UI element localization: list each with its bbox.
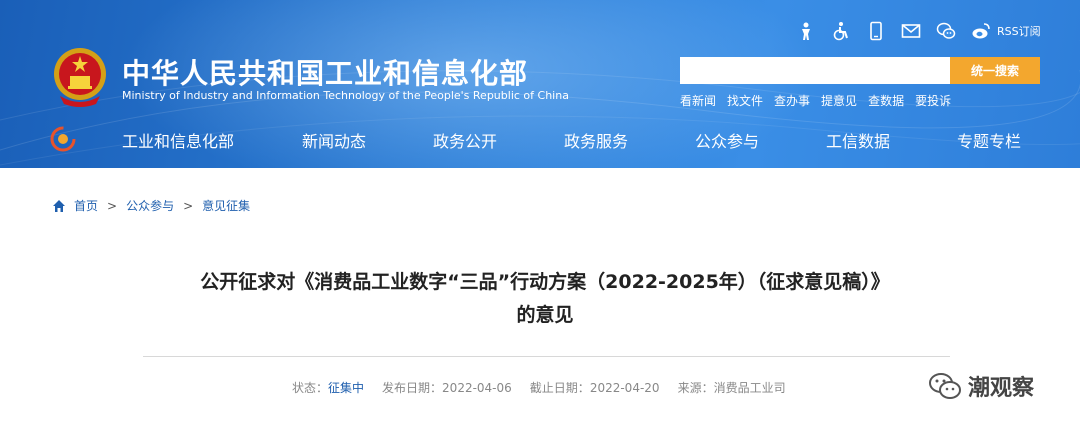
article-meta: 状态：征集中 发布日期：2022-04-06 截止日期：2022-04-20 来… (292, 379, 804, 396)
search-input[interactable] (680, 57, 950, 84)
deadline-meta: 截止日期：2022-04-20 (530, 379, 660, 396)
deadline-label: 截止日期： (529, 381, 590, 395)
publish-date-label: 发布日期： (382, 381, 443, 395)
article-title-line-2: 的意见 (516, 304, 574, 326)
nav-item-topics[interactable]: 专题专栏 (957, 128, 1021, 152)
nav-item-data[interactable]: 工信数据 (826, 128, 890, 152)
breadcrumb-separator: > (107, 198, 118, 213)
site-header: 中华人民共和国工业和信息化部 Ministry of Industry and … (0, 0, 1080, 168)
site-subtitle: Ministry of Industry and Information Tec… (122, 89, 569, 102)
article-title-line-1: 公开征求对《消费品工业数字“三品”行动方案（2022-2025年）（征求意见稿）… (200, 271, 890, 293)
nav-item-news[interactable]: 新闻动态 (302, 128, 366, 152)
quick-link-complaint[interactable]: 要投诉 (915, 92, 951, 109)
deadline-date: 2022-04-20 (589, 381, 660, 395)
mobile-icon[interactable] (865, 20, 887, 42)
weibo-icon[interactable] (970, 20, 992, 42)
wechat-icon[interactable] (935, 20, 957, 42)
accessibility-icon[interactable] (830, 20, 852, 42)
breadcrumb-home[interactable]: 首页 (74, 197, 98, 214)
nav-item-services[interactable]: 政务服务 (564, 128, 628, 152)
quick-link-feedback[interactable]: 提意见 (821, 92, 857, 109)
breadcrumb-separator: > (183, 198, 194, 213)
watermark-text: 潮观察 (968, 376, 1035, 401)
status-meta: 状态：征集中 (292, 379, 364, 396)
site-title[interactable]: 中华人民共和国工业和信息化部 (122, 52, 528, 92)
mail-icon[interactable] (900, 20, 922, 42)
main-nav: 工业和信息化部 新闻动态 政务公开 政务服务 公众参与 工信数据 专题专栏 (0, 128, 1080, 152)
quick-links: 看新闻 找文件 查办事 提意见 查数据 要投诉 (680, 92, 962, 109)
quick-link-documents[interactable]: 找文件 (727, 92, 763, 109)
article-title: 公开征求对《消费品工业数字“三品”行动方案（2022-2025年）（征求意见稿）… (120, 266, 970, 332)
source-label: 来源： (677, 381, 714, 395)
publish-date: 2022-04-06 (442, 381, 512, 395)
watermark: 潮观察 (928, 370, 1034, 402)
nav-item-ministry[interactable]: 工业和信息化部 (122, 128, 234, 152)
source-meta: 来源：消费品工业司 (678, 379, 786, 396)
breadcrumb: 首页 > 公众参与 > 意见征集 (52, 197, 250, 214)
search-button[interactable]: 统一搜索 (950, 57, 1040, 84)
rss-link[interactable]: RSS订阅 (997, 23, 1041, 39)
national-emblem-icon[interactable] (52, 46, 108, 108)
header-toolbar: RSS订阅 (795, 18, 1041, 44)
breadcrumb-public-participation[interactable]: 公众参与 (126, 197, 174, 214)
elderly-mode-icon[interactable] (795, 20, 817, 42)
quick-link-news[interactable]: 看新闻 (680, 92, 716, 109)
status-badge: 征集中 (328, 381, 365, 395)
status-label: 状态： (292, 381, 329, 395)
quick-link-services[interactable]: 查办事 (774, 92, 810, 109)
nav-item-government-affairs[interactable]: 政务公开 (433, 128, 497, 152)
breadcrumb-opinion-collection[interactable]: 意见征集 (202, 197, 250, 214)
source-value: 消费品工业司 (713, 381, 786, 395)
publish-date-meta: 发布日期：2022-04-06 (382, 379, 512, 396)
wechat-watermark-icon (929, 373, 961, 399)
nav-item-public-participation[interactable]: 公众参与 (695, 128, 759, 152)
title-divider (143, 356, 950, 357)
quick-link-data[interactable]: 查数据 (868, 92, 904, 109)
home-icon[interactable] (52, 199, 66, 213)
